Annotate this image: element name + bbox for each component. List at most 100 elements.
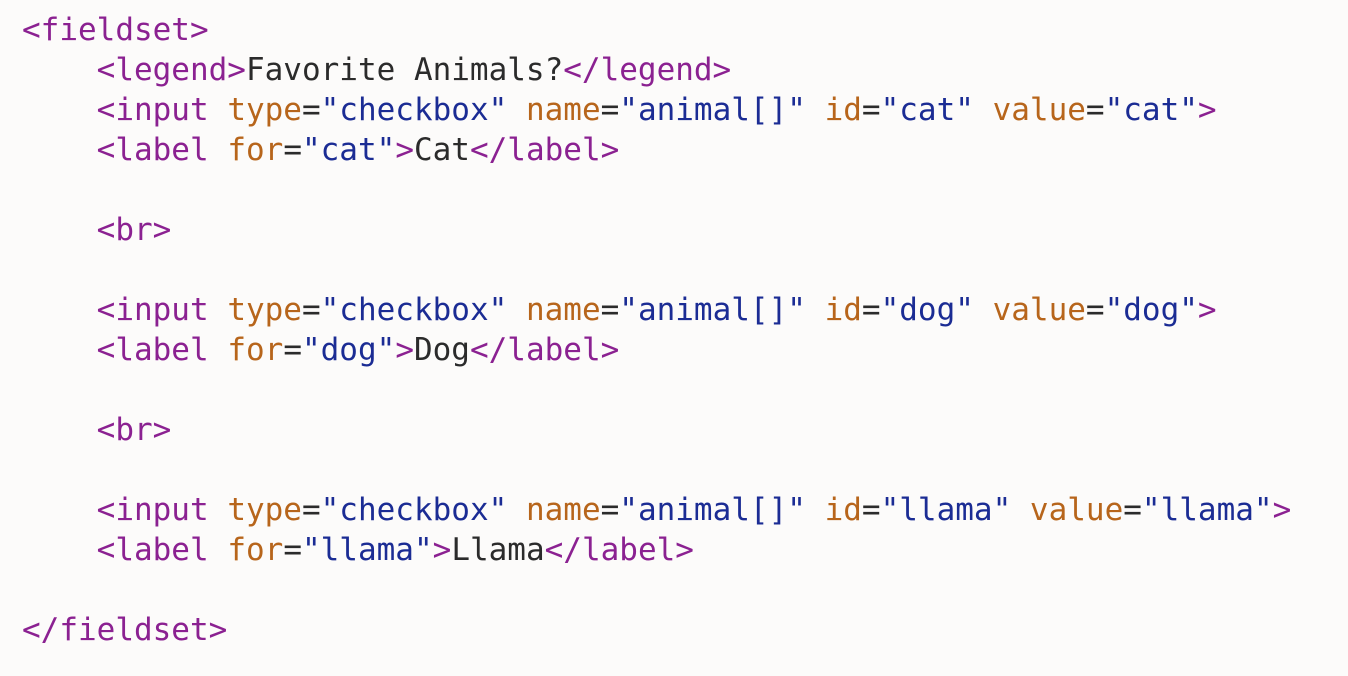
equals-token: = [861, 92, 881, 128]
equals-token: = [1123, 492, 1142, 528]
attribute-token: value [992, 92, 1086, 128]
tag-token: <input [96, 292, 209, 328]
string-token: "dog" [301, 332, 396, 368]
equals-token: = [283, 132, 302, 168]
string-token: "llama" [880, 492, 1012, 528]
attribute-token: type [227, 292, 302, 328]
code-block: <fieldset> <legend>Favorite Animals?</le… [22, 10, 1291, 650]
equals-token: = [861, 492, 881, 528]
code-line: <label for="llama">Llama</label> [22, 530, 1291, 570]
tag-token: > [1272, 492, 1292, 528]
string-token: "checkbox" [320, 292, 508, 328]
tag-token: > [395, 132, 414, 168]
string-token: "cat" [301, 132, 396, 168]
code-line: </fieldset> [22, 610, 1291, 650]
equals-token: = [283, 532, 302, 568]
string-token: "checkbox" [320, 492, 508, 528]
string-token: "llama" [1141, 492, 1273, 528]
code-line: <input type="checkbox" name="animal[]" i… [22, 290, 1291, 330]
tag-token: <label [96, 332, 209, 368]
equals-token: = [1085, 92, 1105, 128]
tag-token: > [395, 332, 414, 368]
text-token: Dog [413, 332, 470, 368]
attribute-token: name [525, 92, 601, 128]
tag-token: > [1197, 92, 1217, 128]
tag-token: <br> [96, 412, 172, 448]
code-line: <label for="dog">Dog</label> [22, 330, 1291, 370]
string-token: "animal[]" [619, 92, 806, 128]
code-line: <input type="checkbox" name="animal[]" i… [22, 90, 1291, 130]
equals-token: = [600, 492, 620, 528]
attribute-token: id [824, 492, 862, 528]
tag-token: > [1197, 292, 1217, 328]
attribute-token: for [227, 332, 284, 368]
tag-token: </label> [544, 532, 694, 568]
attribute-token: for [227, 532, 284, 568]
code-line: <input type="checkbox" name="animal[]" i… [22, 490, 1292, 530]
attribute-token: id [824, 292, 862, 328]
tag-token: <label [96, 132, 209, 168]
tag-token: <br> [96, 212, 172, 248]
text-token: Cat [413, 132, 470, 168]
string-token: "dog" [880, 292, 974, 328]
equals-token: = [301, 292, 321, 328]
string-token: "dog" [1104, 292, 1198, 328]
tag-token: <legend> [96, 52, 246, 88]
tag-token: </label> [469, 332, 620, 368]
string-token: "animal[]" [619, 492, 806, 528]
code-line: <br> [22, 410, 1291, 450]
equals-token: = [600, 292, 620, 328]
equals-token: = [600, 92, 620, 128]
text-token: Llama [451, 532, 545, 568]
tag-token: </label> [469, 132, 620, 168]
tag-token: <fieldset> [22, 12, 209, 48]
tag-token: </legend> [563, 52, 732, 88]
tag-token: </fieldset> [22, 612, 228, 648]
equals-token: = [861, 292, 881, 328]
code-line: <label for="cat">Cat</label> [22, 130, 1291, 170]
attribute-token: name [525, 492, 601, 528]
text-token: Favorite Animals? [245, 52, 564, 88]
equals-token: = [283, 332, 302, 368]
string-token: "checkbox" [320, 92, 508, 128]
attribute-token: id [824, 92, 862, 128]
tag-token: <label [96, 532, 209, 568]
equals-token: = [301, 492, 321, 528]
tag-token: > [432, 532, 452, 568]
string-token: "cat" [880, 92, 974, 128]
attribute-token: name [525, 292, 601, 328]
code-line: <br> [22, 210, 1291, 250]
tag-token: <input [96, 492, 209, 528]
code-line: <fieldset> [22, 10, 1291, 50]
string-token: "llama" [301, 532, 433, 568]
attribute-token: value [1029, 492, 1124, 528]
string-token: "animal[]" [619, 292, 806, 328]
equals-token: = [1085, 292, 1105, 328]
attribute-token: type [227, 92, 302, 128]
